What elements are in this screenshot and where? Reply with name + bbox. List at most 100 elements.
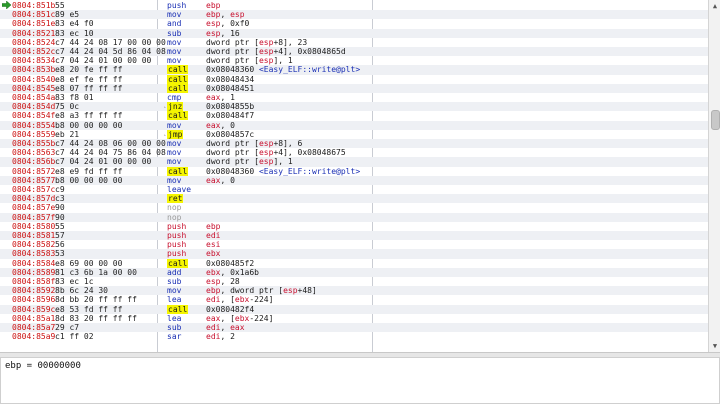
address-cell: 0804:8596 [12, 295, 56, 305]
operand-text: , dword ptr [ [220, 286, 284, 296]
address-cell: 0804:852c [12, 47, 56, 56]
address-cell: 0804:8534 [12, 56, 56, 66]
bytes-cell: 56 [55, 240, 65, 250]
mnemonic: call [167, 65, 189, 75]
disasm-row[interactable]: 0804:857e 90 nop [0, 203, 708, 212]
disasm-row[interactable]: 0804:854f e8 a3 ff ff ff call 0x080484f7 [0, 111, 708, 121]
disasm-row[interactable]: 0804:852c c7 44 24 04 5d 86 04 08 mov dword… [0, 47, 708, 57]
mnemonic-label: push [167, 231, 187, 240]
disasm-row[interactable]: 0804:854d 75 0c ˎ jnz 0x0804855b [0, 101, 708, 112]
bytes-cell: c7 04 24 01 00 00 00 [55, 56, 152, 66]
address-cell: 0804:857c [12, 185, 56, 194]
disasm-row[interactable]: 0804:8563 c7 44 24 04 75 86 04 08 mov dword… [0, 148, 708, 157]
operands: dword ptr [esp], 1 [206, 56, 293, 65]
operand-text: +48] [297, 286, 317, 296]
disasm-row[interactable]: 0804:851c 89 e5 mov ebp, esp [0, 10, 708, 20]
address-cell: 0804:8580 [12, 221, 56, 231]
mnemonic-label: push [167, 240, 187, 250]
disasm-row[interactable]: 0804:858f 83 ec 1c sub esp, 28 [0, 277, 708, 286]
register: edi [206, 332, 221, 342]
bytes-cell: b8 00 00 00 00 [55, 120, 123, 130]
operand-text: 0x08048434 [206, 74, 255, 84]
disasm-row[interactable]: 0804:854a 83 f8 01 cmp eax, 1 [0, 93, 708, 102]
disasm-row[interactable]: 0804:8592 8b 6c 24 30 mov ebp, dword ptr [e… [0, 286, 708, 296]
mnemonic: mov [167, 286, 182, 296]
disasm-row[interactable]: 0804:855b c7 44 24 08 06 00 00 00 mov dword… [0, 139, 708, 149]
register: edi [206, 295, 221, 305]
address-cell: 0804:8540 [12, 74, 56, 84]
bytes-cell: 83 f8 01 [55, 93, 94, 102]
disasm-row[interactable]: 0804:8534 c7 04 24 01 00 00 00 mov dword pt… [0, 56, 708, 65]
mnemonic: call [167, 258, 189, 268]
disasm-row[interactable]: 0804:8580 55 push ebp [0, 222, 708, 231]
operand-text: , [220, 323, 231, 332]
disasm-row[interactable]: 0804:857f 90 nop [0, 212, 708, 222]
disasm-row[interactable]: 0804:8540 e8 ef fe ff ff call 0x08048434 [0, 74, 708, 84]
disasm-row[interactable]: 0804:8581 57 push edi [0, 231, 708, 241]
disasm-row[interactable]: 0804:8554 b8 00 00 00 00 mov eax, 0 [0, 120, 708, 130]
scroll-up-arrow-icon[interactable]: ▲ [711, 2, 719, 10]
operands: 0x08048451 [206, 84, 254, 93]
disasm-row[interactable]: 0804:8596 8d bb 20 ff ff ff lea edi, [ebx-2… [0, 295, 708, 304]
disasm-row[interactable]: 0804:8589 81 c3 6b 1a 00 00 add ebx, 0x1a6b [0, 267, 708, 277]
mnemonic: mov [167, 120, 182, 130]
disasm-row[interactable]: 0804:8524 c7 44 24 08 17 00 00 00 mov dword… [0, 38, 708, 47]
address-cell: 0804:854a [12, 93, 56, 102]
disasm-row[interactable]: 0804:8583 53 push ebx [0, 249, 708, 259]
operands: 0x080484f7 [206, 111, 254, 120]
register: esp [258, 157, 274, 167]
register: esp [258, 47, 274, 56]
disasm-row[interactable]: 0804:859c e8 53 fd ff ff call 0x080482f4 [0, 304, 708, 314]
scroll-down-arrow-icon[interactable]: ▼ [711, 342, 719, 350]
disasm-row[interactable]: 0804:8521 83 ec 10 sub esp, 16 [0, 28, 708, 38]
address-cell: 0804:857e [12, 203, 56, 213]
bytes-cell: 55 [55, 221, 65, 231]
disasm-row[interactable]: 0804:85a9 c1 ff 02 sar edi, 2 [0, 332, 708, 341]
disasm-row[interactable]: 0804:85a7 29 c7 sub edi, eax [0, 323, 708, 333]
bytes-cell: eb 21 [55, 129, 80, 139]
vertical-scrollbar[interactable]: ▲ ▼ [708, 0, 720, 352]
address-cell: 0804:853b [12, 65, 56, 75]
mnemonic: ret [167, 194, 184, 204]
bytes-cell: c7 44 24 08 17 00 00 00 [55, 37, 166, 47]
address-cell: 0804:8592 [12, 286, 56, 296]
disasm-row[interactable]: 0804:8572 e8 e9 fd ff ff call 0x08048360 <E… [0, 166, 708, 176]
mnemonic: lea [167, 295, 182, 305]
operands: 0x08048360 <Easy_ELF::write@plt> [206, 167, 360, 176]
bytes-cell: 8b 6c 24 30 [55, 286, 108, 296]
mnemonic-label: ret [167, 194, 184, 204]
mnemonic: sar [167, 332, 182, 342]
disasm-row[interactable]: 0804:8559 eb 21 ˎ jmp 0x0804857c [0, 129, 708, 139]
operand-text: , 16 [220, 28, 240, 38]
disasm-row[interactable]: 0804:851e 83 e4 f0 and esp, 0xf0 [0, 19, 708, 28]
disasm-row[interactable]: 0804:851b 55 push ebp [0, 1, 708, 10]
mnemonic: nop [167, 203, 181, 212]
disasm-row[interactable]: 0804:857c c9 leave [0, 185, 708, 194]
mnemonic: call [167, 304, 189, 314]
mnemonic-label: push [167, 221, 187, 231]
disasm-row[interactable]: 0804:8584 e8 69 00 00 00 call 0x080485f2 [0, 258, 708, 268]
mnemonic: sub [167, 28, 182, 38]
operand-text: , 2 [220, 332, 235, 342]
disasm-row[interactable]: 0804:8582 56 push esi [0, 240, 708, 249]
address-cell: 0804:851c [12, 10, 56, 20]
operands: 0x08048360 <Easy_ELF::write@plt> [206, 65, 360, 74]
scroll-thumb[interactable] [711, 110, 720, 130]
disasm-row[interactable]: 0804:8577 b8 00 00 00 00 mov eax, 0 [0, 175, 708, 185]
bytes-cell: e8 07 ff ff ff [55, 83, 123, 93]
mnemonic-label: jmp [167, 129, 184, 139]
disassembly-view[interactable]: 0804:851b 55 push ebp 0804:851c 89 e5 mov ebp, … [0, 0, 708, 352]
operands: 0x08048434 [206, 75, 254, 84]
operands: edi, eax [206, 323, 245, 332]
address-cell: 0804:8563 [12, 148, 56, 158]
disasm-row[interactable]: 0804:853b e8 20 fe ff ff call 0x08048360 <E… [0, 65, 708, 75]
disasm-row[interactable]: 0804:85a1 8d 83 20 ff ff ff lea eax, [ebx-2… [0, 314, 708, 323]
disasm-row[interactable]: 0804:8545 e8 07 ff ff ff call 0x08048451 [0, 83, 708, 93]
bytes-cell: 55 [55, 1, 65, 10]
disasm-row[interactable]: 0804:857d c3 ret [0, 194, 708, 204]
disasm-row[interactable]: 0804:856b c7 04 24 01 00 00 00 mov dword pt… [0, 157, 708, 167]
register: esp [230, 10, 245, 20]
bytes-cell: b8 00 00 00 00 [55, 175, 123, 185]
operands: edi [206, 231, 220, 240]
operands: ebp [206, 1, 220, 10]
